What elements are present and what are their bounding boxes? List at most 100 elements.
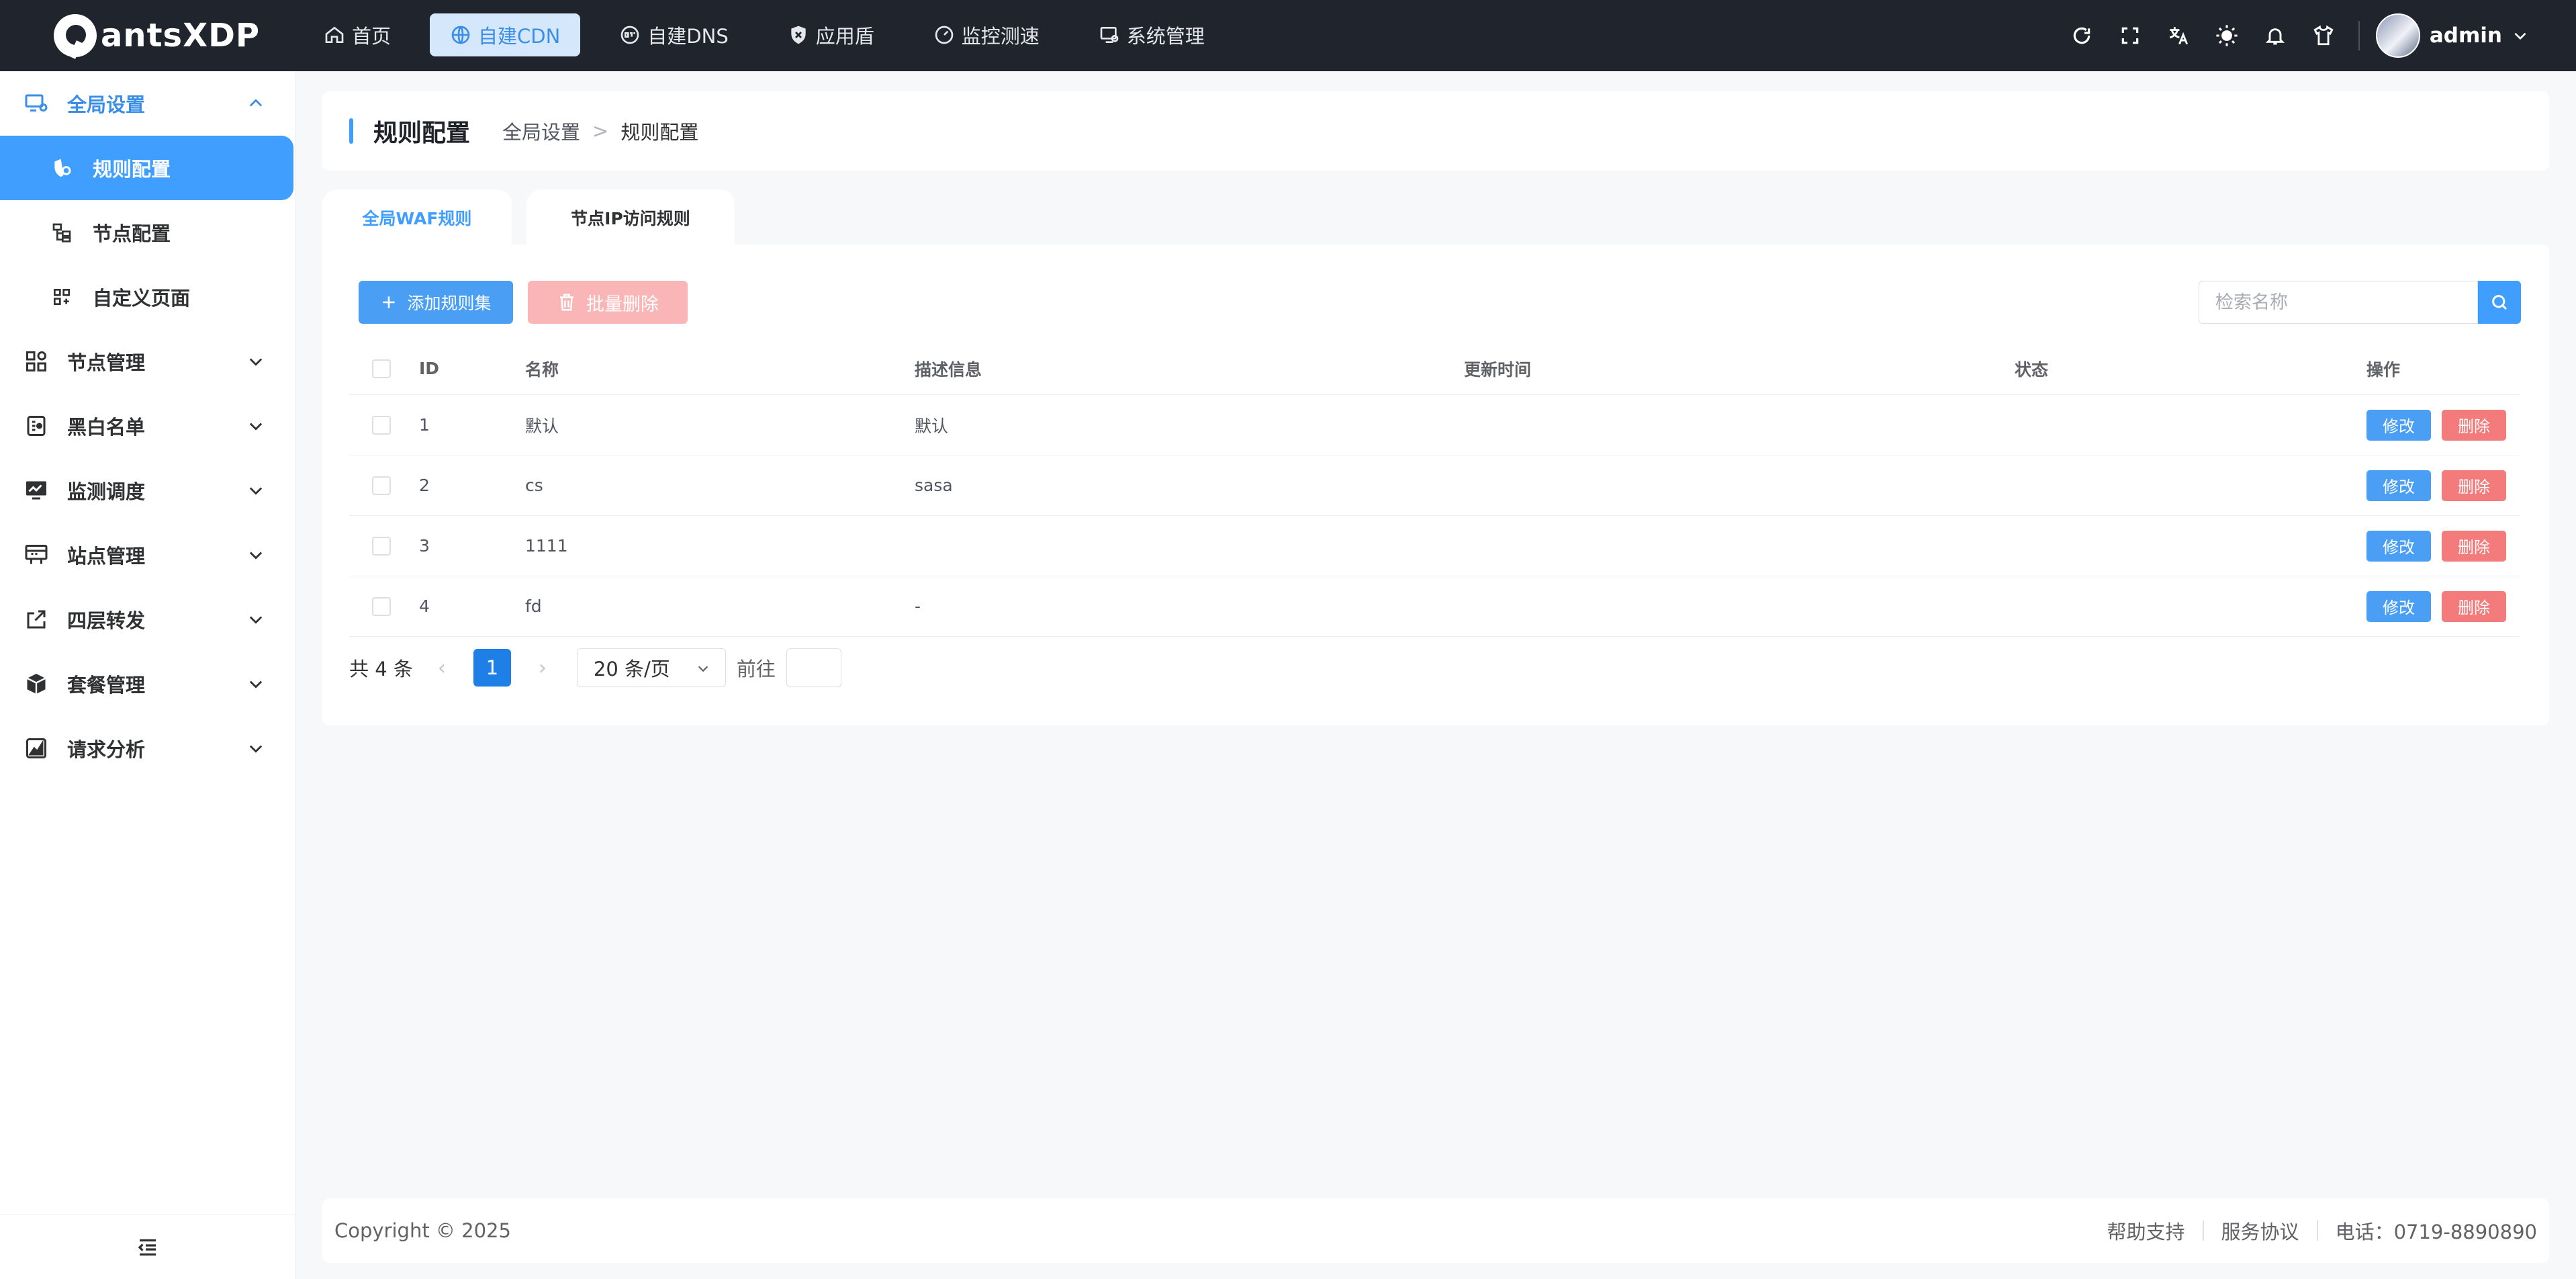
search-name-input[interactable] (2199, 281, 2478, 324)
bell-icon[interactable] (2262, 22, 2289, 49)
dns-icon (620, 26, 639, 44)
tab-node-ip-access-rules[interactable]: 节点IP访问规则 (526, 189, 735, 246)
table-row: 3 1111 修改 删除 (349, 516, 2520, 576)
chevron-down-icon[interactable] (2512, 27, 2529, 44)
theme-sun-icon[interactable] (2213, 22, 2240, 49)
app-logo[interactable]: antsXDP (54, 12, 260, 59)
chevron-up-icon (249, 99, 263, 107)
chevron-down-icon (249, 358, 263, 366)
row-actions: 修改 删除 (2366, 530, 2506, 562)
page-number-button[interactable]: 1 (473, 649, 511, 687)
package-box-icon (26, 674, 46, 694)
top-navigation: 首页 自建CDN 自建DNS 应用盾 监控测速 系统管理 (304, 13, 1244, 56)
chevron-down-icon (249, 745, 263, 753)
chevron-down-icon (249, 616, 263, 624)
sidebar-item-custom-page[interactable]: 自定义页面 (0, 265, 295, 329)
service-agreement-link[interactable]: 服务协议 (2221, 1217, 2299, 1245)
contact-phone: 电话：0719-8890890 (2335, 1221, 2537, 1243)
search-button[interactable] (2478, 281, 2521, 324)
rules-panel: 添加规则集 批量删除 ID 名称 描述信息 更新时间 状态 操作 1 默认 默认… (322, 245, 2549, 725)
next-page-icon[interactable]: › (526, 656, 559, 680)
nav-monitor[interactable]: 监控测速 (913, 13, 1060, 56)
sidebar-group-site-management[interactable]: 站点管理 (0, 523, 295, 587)
column-header-id: ID (419, 359, 440, 378)
nav-dns[interactable]: 自建DNS (599, 13, 748, 56)
sidebar-item-node-config[interactable]: 节点配置 (0, 200, 295, 265)
row-checkbox[interactable] (372, 476, 391, 495)
translate-icon[interactable] (2165, 22, 2192, 49)
breadcrumb-item-current: 规则配置 (620, 121, 699, 144)
cell-description: 默认 (915, 416, 949, 436)
menu-fold-icon (138, 1239, 156, 1255)
sidebar: 全局设置 规则配置 节点配置 自定义页面 节点管理 黑白名单 监测调度 站点管理… (0, 71, 295, 1279)
edit-button[interactable]: 修改 (2366, 530, 2431, 562)
toolbar-divider (2358, 21, 2360, 50)
edit-button[interactable]: 修改 (2366, 590, 2431, 622)
delete-button[interactable]: 删除 (2442, 409, 2506, 441)
plus-icon (383, 296, 396, 308)
help-support-link[interactable]: 帮助支持 (2107, 1217, 2185, 1245)
prev-page-icon[interactable]: ‹ (425, 656, 459, 680)
page-size-select[interactable]: 20 条/页 (576, 648, 726, 687)
top-bar: antsXDP 首页 自建CDN 自建DNS 应用盾 监控测速 系统管理 adm… (0, 0, 2576, 71)
edit-button[interactable]: 修改 (2366, 470, 2431, 501)
sidebar-group-label: 请求分析 (67, 738, 146, 761)
sidebar-group-global-settings[interactable]: 全局设置 (0, 71, 295, 136)
refresh-icon[interactable] (2068, 22, 2095, 49)
chevron-down-icon (698, 666, 708, 672)
tab-global-waf-rules[interactable]: 全局WAF规则 (322, 189, 512, 246)
nav-system-label: 系统管理 (1126, 25, 1205, 48)
sidebar-group-blackwhite-list[interactable]: 黑白名单 (0, 394, 295, 458)
sidebar-item-rule-config[interactable]: 规则配置 (0, 136, 293, 200)
page-title: 规则配置 (373, 120, 471, 147)
row-checkbox[interactable] (372, 597, 391, 616)
batch-delete-button[interactable]: 批量删除 (528, 281, 688, 324)
user-name[interactable]: admin (2430, 24, 2502, 48)
chevron-down-icon (249, 423, 263, 431)
sidebar-group-package-management[interactable]: 套餐管理 (0, 652, 295, 716)
table-row: 2 cs sasa 修改 删除 (349, 455, 2520, 516)
sidebar-group-monitor-dispatch[interactable]: 监测调度 (0, 458, 295, 523)
shield-gear-icon (54, 159, 71, 177)
add-ruleset-button[interactable]: 添加规则集 (359, 281, 513, 324)
delete-button[interactable]: 删除 (2442, 590, 2506, 622)
nav-system[interactable]: 系统管理 (1078, 13, 1225, 56)
edit-button[interactable]: 修改 (2366, 409, 2431, 441)
nav-app-shield-label: 应用盾 (815, 25, 874, 48)
pagination: 共 4 条 ‹ 1 › 20 条/页 前往 (349, 648, 841, 688)
sidebar-collapse-button[interactable] (0, 1215, 295, 1279)
nav-cdn-label: 自建CDN (478, 25, 561, 48)
row-checkbox[interactable] (372, 415, 391, 435)
breadcrumb-item-global-settings[interactable]: 全局设置 (502, 117, 580, 145)
home-icon (325, 26, 344, 43)
sidebar-group-layer4-forward[interactable]: 四层转发 (0, 587, 295, 652)
cell-description: - (915, 597, 921, 616)
cell-id: 4 (419, 597, 430, 616)
grid-apps-icon (54, 289, 70, 305)
table-row: 4 fd - 修改 删除 (349, 576, 2520, 637)
fullscreen-icon[interactable] (2117, 22, 2144, 49)
delete-button[interactable]: 删除 (2442, 530, 2506, 562)
nav-cdn[interactable]: 自建CDN (430, 13, 581, 56)
select-all-checkbox[interactable] (372, 359, 391, 378)
nav-home-label: 首页 (352, 25, 392, 48)
sidebar-group-label: 套餐管理 (67, 674, 146, 697)
sidebar-group-node-management[interactable]: 节点管理 (0, 329, 295, 394)
delete-button[interactable]: 删除 (2442, 470, 2506, 501)
chevron-down-icon (249, 487, 263, 495)
goto-page-input[interactable] (786, 648, 841, 687)
nav-app-shield[interactable]: 应用盾 (768, 13, 894, 56)
sidebar-group-request-analysis[interactable]: 请求分析 (0, 716, 295, 781)
user-avatar[interactable] (2375, 13, 2420, 58)
pagination-total: 共 4 条 (349, 658, 413, 680)
share-forward-icon (27, 610, 46, 629)
app-name: antsXDP (101, 17, 261, 54)
breadcrumb: 全局设置 > 规则配置 (502, 117, 698, 145)
top-tools: admin (2047, 13, 2529, 58)
nav-home[interactable]: 首页 (304, 13, 411, 56)
nav-dns-label: 自建DNS (647, 25, 729, 48)
row-checkbox[interactable] (372, 536, 391, 556)
cell-description: sasa (915, 476, 953, 495)
footer-links: 帮助支持 服务协议 电话：0719-8890890 (2107, 1217, 2537, 1245)
tshirt-skin-icon[interactable] (2310, 22, 2337, 49)
